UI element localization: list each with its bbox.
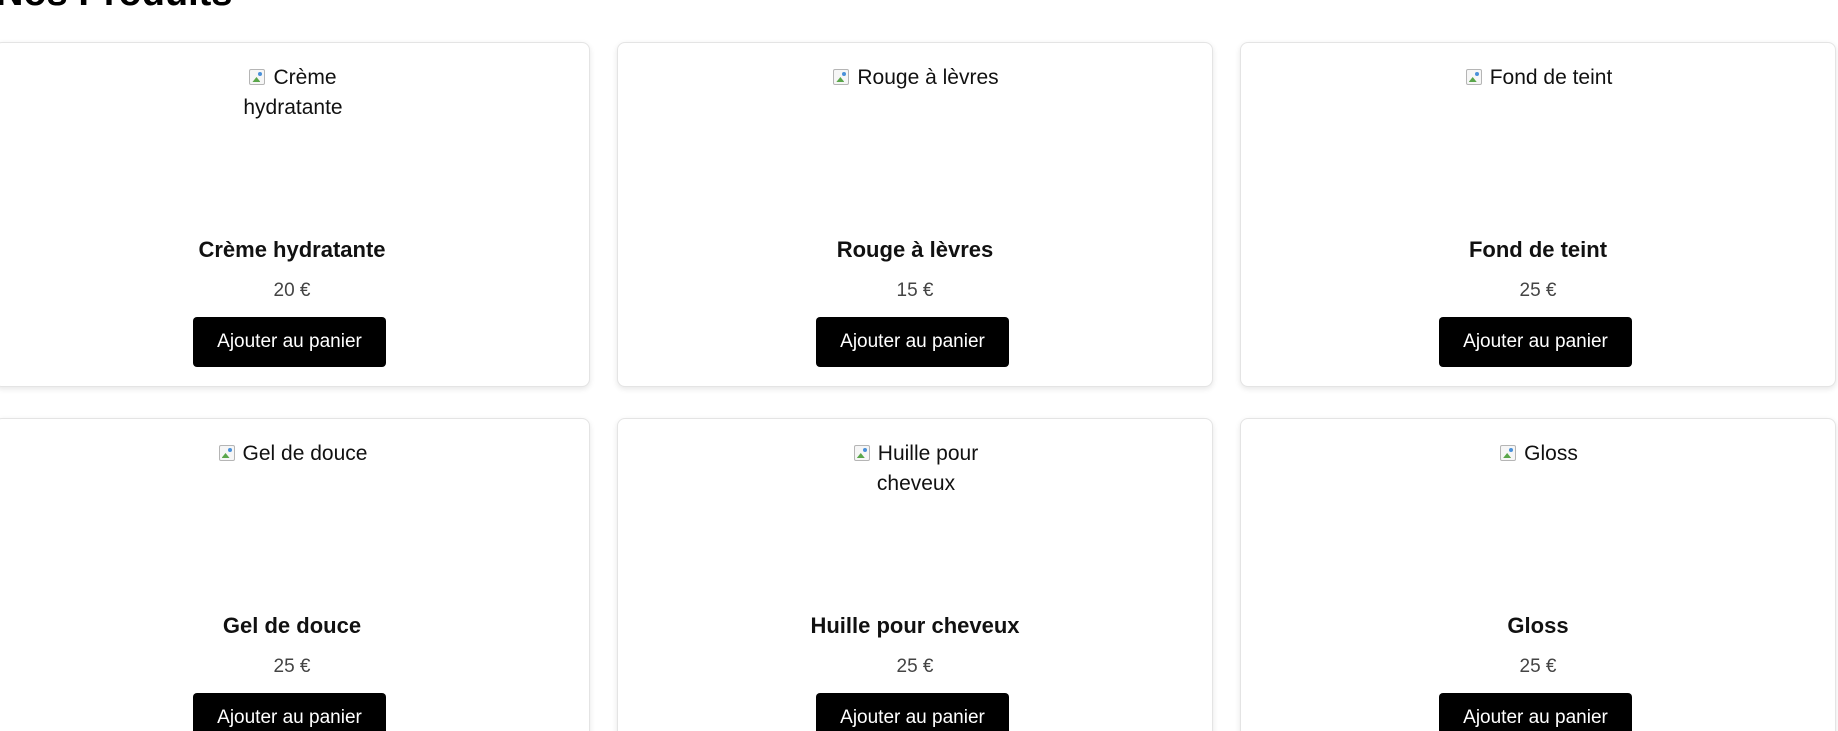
product-image-alt: Huille pour cheveux — [876, 442, 979, 495]
product-price: 15 € — [896, 280, 934, 301]
product-price: 25 € — [273, 656, 311, 677]
page-title: Nos Produits — [0, 0, 232, 12]
add-to-cart-button[interactable]: Ajouter au panier — [193, 693, 386, 731]
product-name: Crème hydratante — [198, 237, 386, 262]
add-to-cart-button[interactable]: Ajouter au panier — [816, 693, 1009, 731]
broken-image-icon — [833, 69, 850, 85]
product-image-alt: Gel de douce — [242, 442, 368, 465]
product-card: Rouge à lèvres Rouge à lèvres 15 € Ajout… — [617, 42, 1213, 387]
add-to-cart-button[interactable]: Ajouter au panier — [193, 317, 386, 367]
product-price: 20 € — [273, 280, 311, 301]
add-to-cart-button[interactable]: Ajouter au panier — [1439, 317, 1632, 367]
product-image-alt: Gloss — [1524, 442, 1578, 465]
product-card: Gloss Gloss 25 € Ajouter au panier — [1240, 418, 1836, 731]
product-image: Fond de teint — [1454, 63, 1624, 223]
product-image: Gel de douce — [208, 439, 378, 599]
product-price: 25 € — [896, 656, 934, 677]
broken-image-icon — [1500, 445, 1517, 461]
product-card: Huille pour cheveux Huille pour cheveux … — [617, 418, 1213, 731]
product-card: Gel de douce Gel de douce 25 € Ajouter a… — [0, 418, 590, 731]
product-name: Gel de douce — [222, 613, 362, 638]
product-card: Fond de teint Fond de teint 25 € Ajouter… — [1240, 42, 1836, 387]
add-to-cart-button[interactable]: Ajouter au panier — [1439, 693, 1632, 731]
product-image: Gloss — [1454, 439, 1624, 599]
product-image: Crème hydratante — [208, 63, 378, 223]
broken-image-icon — [249, 69, 266, 85]
product-image: Rouge à lèvres — [831, 63, 1001, 223]
product-name: Huille pour cheveux — [810, 613, 1020, 638]
product-name: Fond de teint — [1468, 237, 1608, 262]
broken-image-icon — [853, 445, 870, 461]
products-page: Nos Produits Crème hydratante Crème hydr… — [0, 0, 1838, 731]
product-image-alt: Fond de teint — [1489, 66, 1613, 89]
product-grid: Crème hydratante Crème hydratante 20 € A… — [0, 42, 1836, 731]
broken-image-icon — [218, 445, 235, 461]
product-card: Crème hydratante Crème hydratante 20 € A… — [0, 42, 590, 387]
product-image: Huille pour cheveux — [831, 439, 1001, 599]
product-name: Rouge à lèvres — [836, 237, 994, 262]
product-price: 25 € — [1519, 280, 1557, 301]
broken-image-icon — [1465, 69, 1482, 85]
product-image-alt: Rouge à lèvres — [857, 66, 999, 89]
product-name: Gloss — [1507, 613, 1569, 638]
product-price: 25 € — [1519, 656, 1557, 677]
add-to-cart-button[interactable]: Ajouter au panier — [816, 317, 1009, 367]
